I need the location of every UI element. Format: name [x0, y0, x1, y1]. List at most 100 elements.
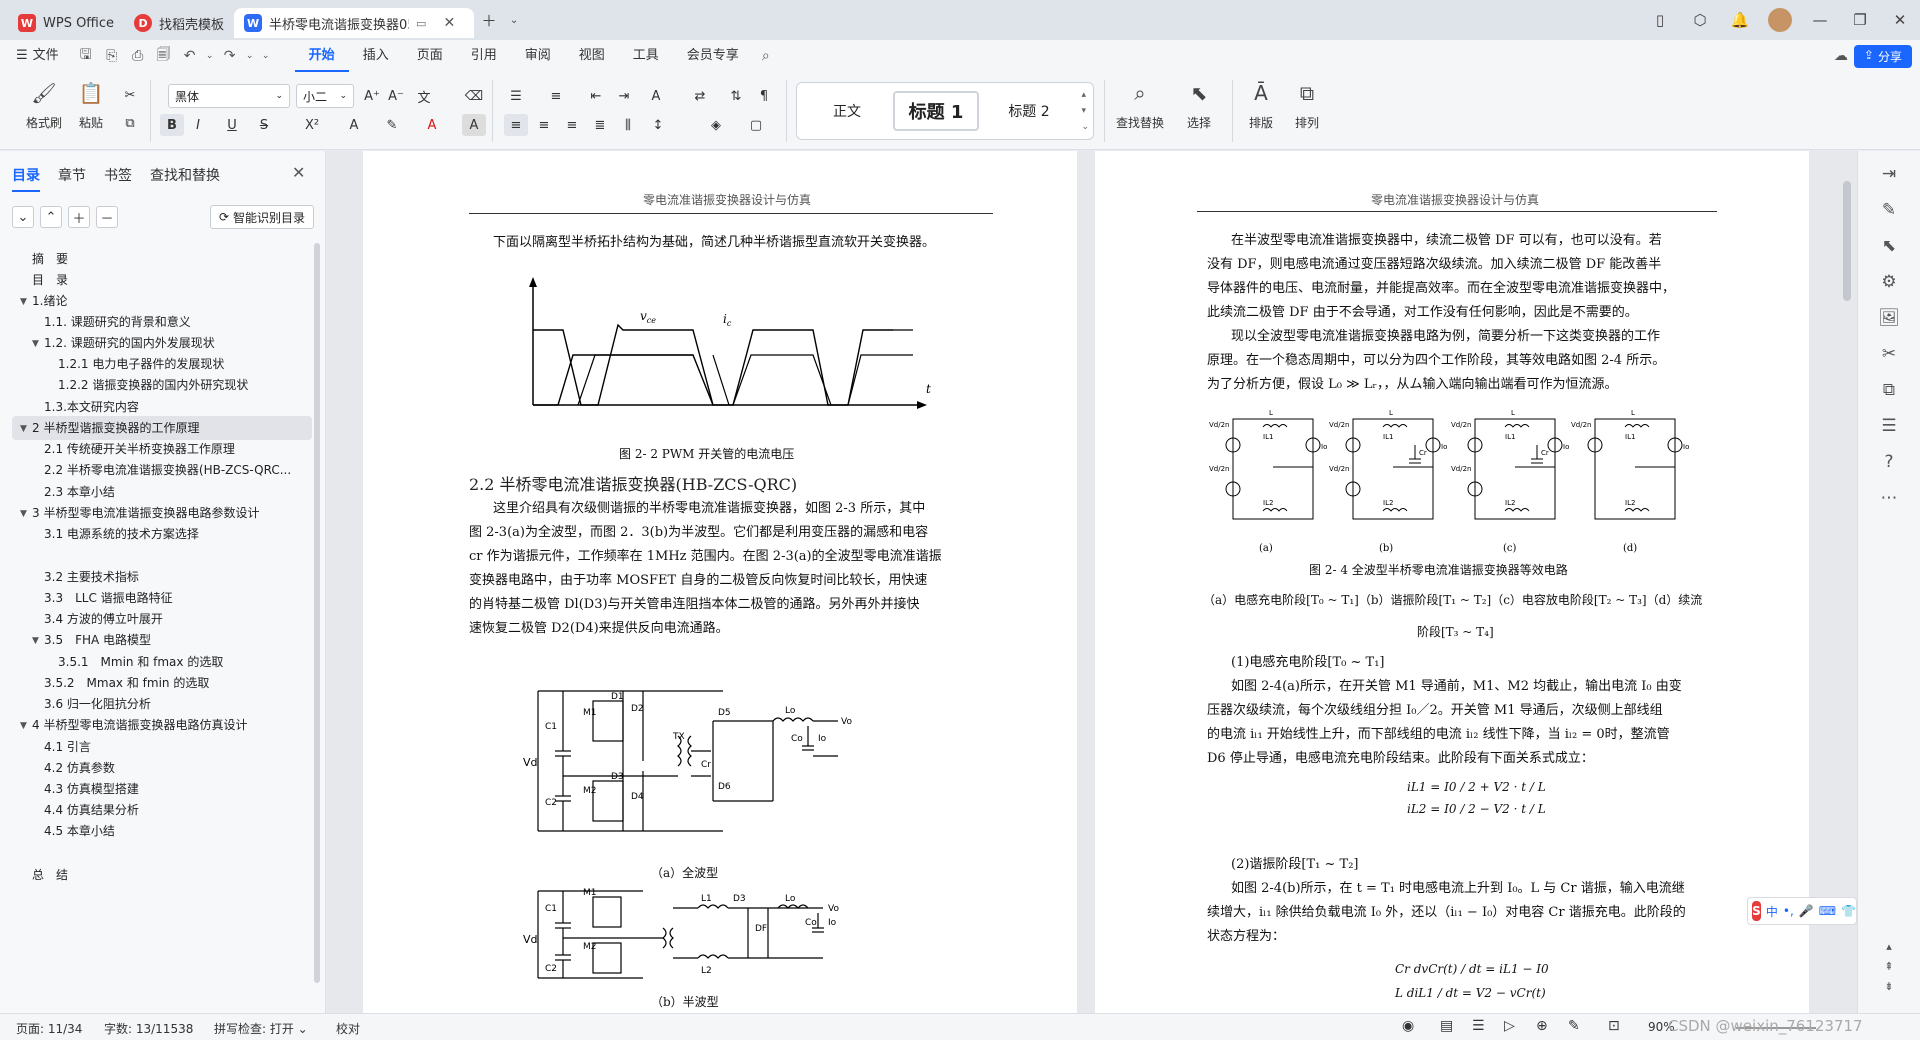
document-scrollbar[interactable]: [1843, 181, 1851, 301]
toc-item[interactable]: 1.2.2 谐振变换器的国内外研究现状: [12, 373, 312, 397]
share-button[interactable]: ⇪ 分享: [1853, 44, 1912, 68]
tab-chapter[interactable]: 章节: [58, 165, 86, 185]
spellcheck-toggle[interactable]: 拼写检查: 打开 ⌄: [214, 1020, 308, 1037]
arrange-button[interactable]: ⧉ 排列: [1292, 78, 1322, 131]
line-spacing-icon[interactable]: ↕: [646, 114, 670, 136]
write-mode-icon[interactable]: ✎: [1568, 1018, 1580, 1034]
select-cursor-icon[interactable]: ⬉: [1874, 231, 1904, 261]
cut-icon[interactable]: ✂: [118, 84, 142, 106]
undo-chevron-icon[interactable]: ⌄: [203, 43, 217, 69]
tab-docer[interactable]: D 找稻壳模板: [124, 8, 234, 38]
remove-heading-icon[interactable]: －: [96, 206, 118, 228]
notification-bell-icon[interactable]: 🔔: [1720, 0, 1760, 40]
align-left-icon[interactable]: ≡: [504, 114, 528, 136]
layout-button[interactable]: Ā 排版: [1246, 78, 1276, 131]
print-icon[interactable]: ⎙: [125, 43, 151, 69]
undo-icon[interactable]: ↶: [177, 43, 203, 69]
toc-item[interactable]: 2.2 半桥零电流准谐振变换器(HB-ZCS-QRC...: [12, 458, 312, 482]
cube-icon[interactable]: ⬡: [1680, 0, 1720, 40]
close-window-icon[interactable]: ✕: [1880, 0, 1920, 40]
italic-icon[interactable]: I: [186, 114, 210, 136]
new-tab-icon[interactable]: ＋: [474, 0, 504, 40]
page-down-icon[interactable]: ⇟: [1874, 971, 1904, 1001]
font-size-select[interactable]: 小二 ⌄: [296, 84, 354, 108]
quick-access-chevron-icon[interactable]: ⌄: [257, 43, 275, 69]
adjust-icon[interactable]: ⚙: [1874, 267, 1904, 297]
tab-page[interactable]: 页面: [403, 40, 457, 72]
font-name-select[interactable]: 黑体 ⌄: [168, 84, 290, 108]
chinese-layout-icon[interactable]: A: [644, 85, 668, 107]
window-restore-icon[interactable]: ▭: [416, 17, 426, 30]
align-right-icon[interactable]: ≡: [560, 114, 584, 136]
smart-toc-button[interactable]: ⟳ 智能识别目录: [210, 205, 314, 229]
ime-toolbar[interactable]: S 中 •, 🎤 ⌨ 👕: [1747, 897, 1857, 925]
copy-icon[interactable]: ⧉: [118, 112, 142, 134]
tab-member[interactable]: 会员专享: [673, 40, 753, 72]
bold-icon[interactable]: B: [160, 114, 184, 136]
tab-bookmark[interactable]: 书签: [104, 165, 132, 185]
decrease-indent-icon[interactable]: ⇤: [584, 85, 608, 107]
outline-view-icon[interactable]: ☰: [1472, 1018, 1485, 1034]
phonetic-icon[interactable]: 文: [412, 85, 436, 107]
cloud-sync-icon[interactable]: ☁: [1828, 43, 1854, 69]
tab-find-replace[interactable]: 查找和替换: [150, 165, 220, 185]
shrink-font-icon[interactable]: A⁻: [384, 85, 408, 107]
help-icon[interactable]: ?: [1874, 447, 1904, 477]
print-preview-icon[interactable]: 🗐: [151, 43, 177, 69]
align-center-icon[interactable]: ≡: [532, 114, 556, 136]
show-marks-icon[interactable]: ¶: [752, 85, 776, 107]
tab-home[interactable]: 开始: [294, 40, 349, 72]
expand-up-icon[interactable]: ⌃: [40, 206, 62, 228]
toc-item[interactable]: 3.1 电源系统的技术方案选择: [12, 522, 312, 546]
strikethrough-icon[interactable]: S: [252, 114, 276, 136]
sort-icon[interactable]: ⇅: [724, 85, 748, 107]
close-panel-icon[interactable]: ✕: [292, 163, 305, 182]
style-scroll-icon[interactable]: ▴ ▾ ⌄: [1081, 87, 1089, 135]
style-heading-2[interactable]: 标题 2: [987, 91, 1071, 131]
export-icon[interactable]: ⎘: [99, 43, 125, 69]
proofread-button[interactable]: 校对: [336, 1020, 360, 1037]
numbered-list-icon[interactable]: ≡: [544, 85, 568, 107]
increase-indent-icon[interactable]: ⇥: [612, 85, 636, 107]
tools-icon[interactable]: ✂: [1874, 339, 1904, 369]
collapse-all-icon[interactable]: ⌄: [12, 206, 34, 228]
border-icon[interactable]: ▢: [744, 114, 768, 136]
split-view-icon[interactable]: ▯: [1640, 0, 1680, 40]
superscript-icon[interactable]: X²: [300, 114, 324, 136]
share-doc-icon[interactable]: ⧉: [1874, 375, 1904, 405]
grow-font-icon[interactable]: A⁺: [360, 85, 384, 107]
clear-format-icon[interactable]: ⌫: [462, 85, 486, 107]
tab-view[interactable]: 视图: [565, 40, 619, 72]
save-icon[interactable]: 🖫: [73, 43, 99, 69]
tab-review[interactable]: 审阅: [511, 40, 565, 72]
maximize-icon[interactable]: ❐: [1840, 0, 1880, 40]
pen-icon[interactable]: ✎: [1874, 195, 1904, 225]
distribute-icon[interactable]: ⫼: [616, 114, 640, 136]
redo-chevron-icon[interactable]: ⌄: [243, 43, 257, 69]
underline-icon[interactable]: U: [220, 114, 244, 136]
toc-item[interactable]: ▼ 3.5 FHA 电路模型: [12, 628, 312, 652]
style-normal[interactable]: 正文: [807, 91, 887, 131]
text-effect-icon[interactable]: A: [342, 114, 366, 136]
style-heading-1[interactable]: 标题 1: [893, 91, 979, 131]
paste-button[interactable]: 📋 粘贴: [76, 78, 106, 131]
review-icon[interactable]: ☰: [1874, 411, 1904, 441]
add-heading-icon[interactable]: ＋: [68, 206, 90, 228]
panel-scrollbar[interactable]: [314, 243, 320, 983]
fit-page-icon[interactable]: ⊡: [1608, 1018, 1620, 1034]
eye-protect-icon[interactable]: ◉: [1402, 1018, 1414, 1034]
tab-document[interactable]: W 半桥零电流谐振变换器0509.d ▭ ✕: [234, 8, 475, 38]
close-tab-icon[interactable]: ✕: [443, 15, 455, 31]
tab-insert[interactable]: 插入: [349, 40, 403, 72]
format-painter-button[interactable]: 🖌 格式刷: [26, 78, 62, 131]
redo-icon[interactable]: ↷: [217, 43, 243, 69]
expand-arrow-icon[interactable]: ▼: [20, 714, 27, 737]
word-count[interactable]: 字数: 13/11538: [104, 1020, 193, 1037]
justify-icon[interactable]: ≣: [588, 114, 612, 136]
play-icon[interactable]: ▷: [1504, 1018, 1515, 1034]
tab-toc[interactable]: 目录: [12, 165, 40, 192]
find-replace-button[interactable]: ⌕ 查找替换: [1116, 78, 1164, 131]
collapse-sidebar-icon[interactable]: ⇥: [1874, 159, 1904, 189]
search-icon[interactable]: ⌕: [753, 43, 779, 69]
text-direction-icon[interactable]: ⇄: [688, 85, 712, 107]
